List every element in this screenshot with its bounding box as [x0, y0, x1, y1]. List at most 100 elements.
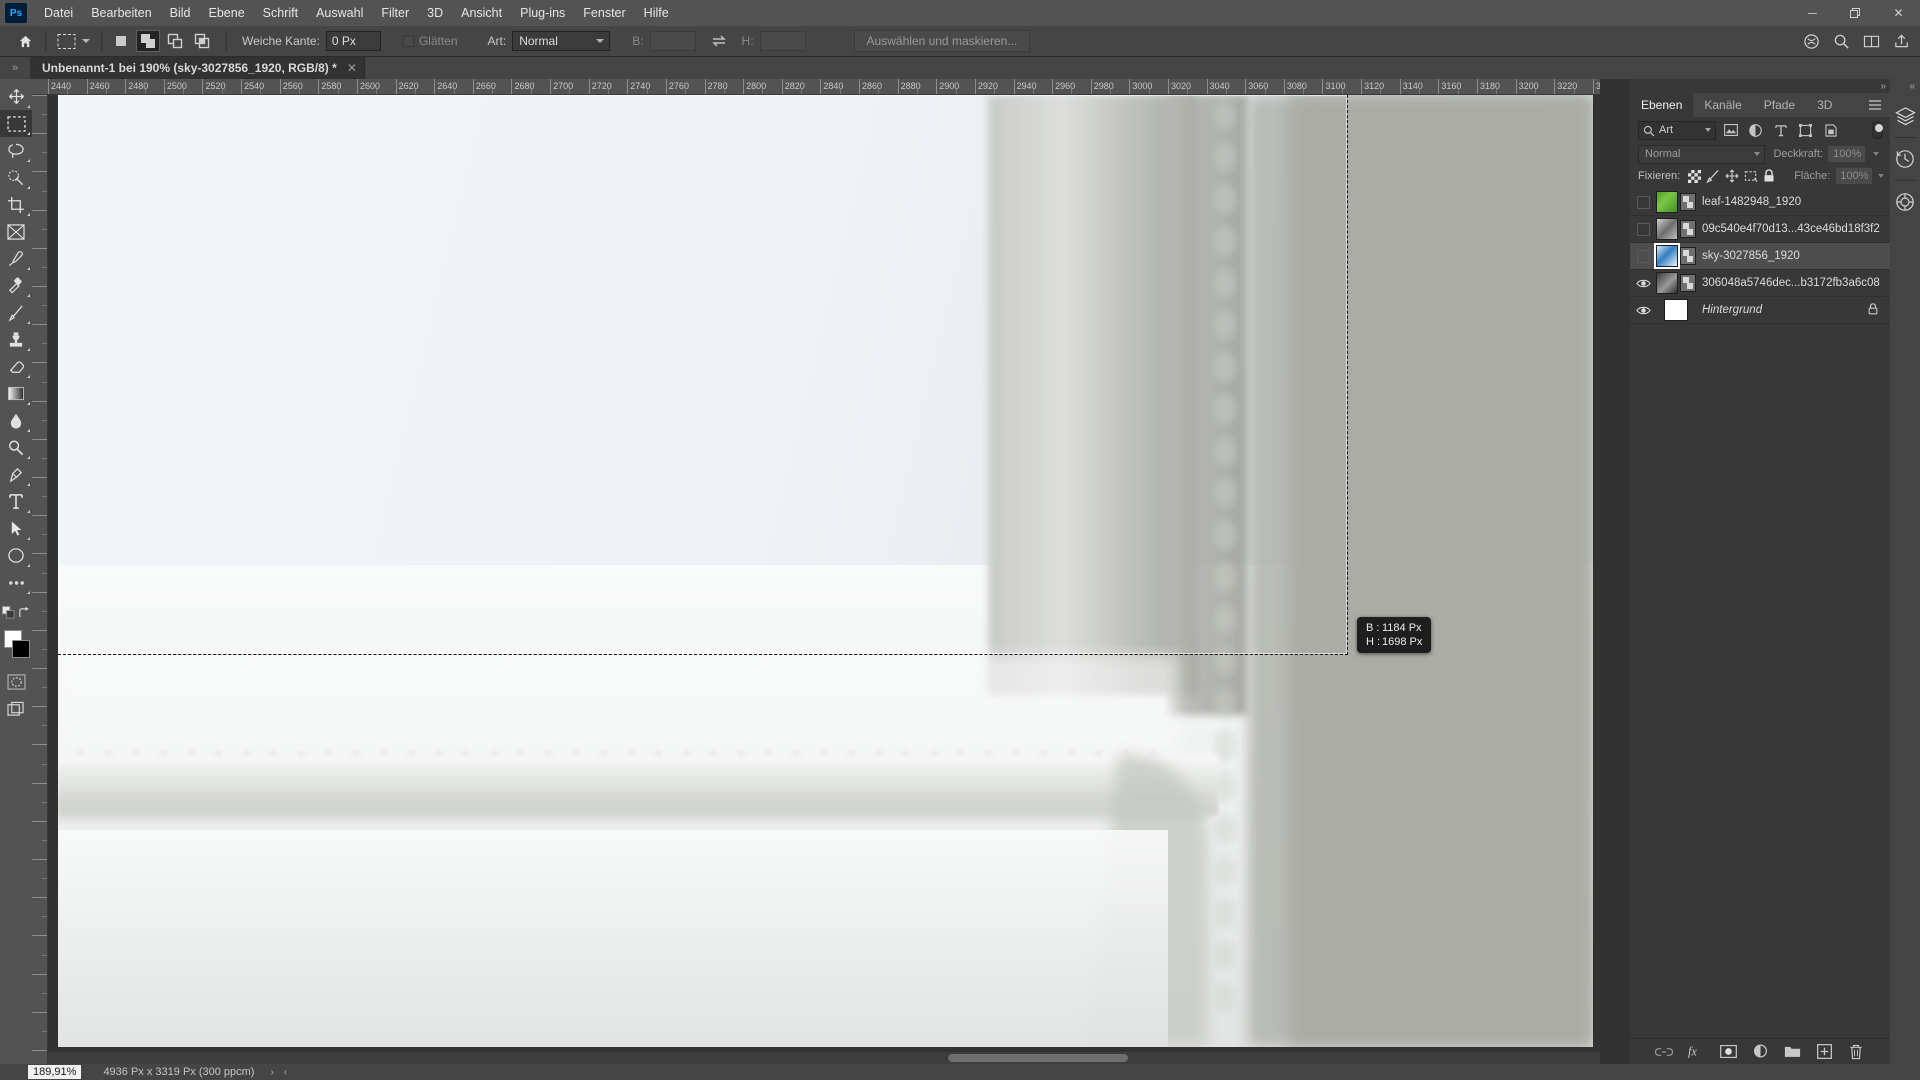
menu-item-fenster[interactable]: Fenster — [574, 2, 634, 24]
tab-ebenen[interactable]: Ebenen — [1630, 93, 1694, 117]
ellipse-shape-tool[interactable] — [0, 542, 32, 569]
lock-image-pixels-icon[interactable] — [1706, 168, 1720, 185]
share-icon[interactable] — [1888, 29, 1914, 53]
tab-pfade[interactable]: Pfade — [1753, 93, 1806, 117]
layer-filter-toggle[interactable] — [1872, 121, 1883, 139]
horizontal-scroll-thumb[interactable] — [948, 1054, 1128, 1062]
expand-panels-icon[interactable]: » — [0, 57, 30, 79]
collapse-panel-icon[interactable]: » — [1880, 81, 1886, 92]
layer-thumbnail[interactable] — [1656, 216, 1696, 243]
filter-pixel-icon[interactable] — [1720, 120, 1741, 140]
more-tools-button[interactable] — [0, 569, 32, 596]
type-tool[interactable] — [0, 488, 32, 515]
screen-mode-icon[interactable] — [0, 695, 32, 722]
layer-visibility-eye-icon[interactable] — [1630, 297, 1656, 324]
menu-item-datei[interactable]: Datei — [35, 2, 82, 24]
default-colors-icon[interactable] — [1, 606, 15, 622]
menu-item-3d[interactable]: 3D — [418, 2, 452, 24]
layer-mask-thumbnail[interactable] — [1679, 220, 1696, 238]
lock-artboard-nesting-icon[interactable] — [1744, 168, 1758, 185]
filter-type-icon[interactable] — [1770, 120, 1791, 140]
canvas-horizontal-scrollbar[interactable] — [48, 1052, 1600, 1064]
menu-item-bearbeiten[interactable]: Bearbeiten — [82, 2, 160, 24]
layer-thumbnail[interactable] — [1656, 297, 1696, 324]
layer-style-fx-icon[interactable]: fx — [1687, 1043, 1705, 1061]
crop-tool[interactable] — [0, 191, 32, 218]
quick-selection-tool[interactable] — [0, 164, 32, 191]
layer-thumbnail[interactable] — [1656, 243, 1696, 270]
background-color-swatch[interactable] — [12, 640, 30, 658]
zoom-level-field[interactable]: 189,91% — [28, 1065, 82, 1079]
new-adjustment-layer-icon[interactable] — [1751, 1043, 1769, 1061]
clone-stamp-tool[interactable] — [0, 326, 32, 353]
color-swatches[interactable] — [0, 628, 32, 668]
filter-adjustment-icon[interactable] — [1745, 120, 1766, 140]
layer-visibility-off-icon[interactable] — [1630, 243, 1656, 270]
new-layer-icon[interactable] — [1815, 1043, 1833, 1061]
filter-smart-object-icon[interactable] — [1820, 120, 1841, 140]
menu-item-filter[interactable]: Filter — [372, 2, 418, 24]
layer-mask-thumbnail[interactable] — [1679, 247, 1696, 265]
spot-healing-brush-tool[interactable] — [0, 272, 32, 299]
swap-colors-icon[interactable] — [18, 606, 30, 622]
search-icon[interactable] — [1828, 29, 1854, 53]
history-icon[interactable] — [1890, 142, 1920, 176]
new-selection-button[interactable] — [109, 30, 133, 52]
layer-thumbnail[interactable] — [1656, 270, 1696, 297]
brush-tool[interactable] — [0, 299, 32, 326]
intersect-with-selection-button[interactable] — [190, 30, 214, 52]
lasso-tool[interactable] — [0, 137, 32, 164]
quick-mask-icon[interactable] — [0, 668, 32, 695]
gradient-tool[interactable] — [0, 380, 32, 407]
fill-stepper-icon[interactable] — [1878, 167, 1885, 185]
blur-tool[interactable] — [0, 407, 32, 434]
link-layers-icon[interactable] — [1655, 1043, 1673, 1061]
restore-button[interactable] — [1834, 0, 1877, 26]
eyedropper-tool[interactable] — [0, 245, 32, 272]
fill-input[interactable]: 100% — [1835, 167, 1874, 185]
feather-input[interactable]: 0 Px — [325, 31, 381, 51]
layers-stack-icon[interactable] — [1890, 99, 1920, 133]
adjustments-icon[interactable] — [1890, 185, 1920, 219]
style-select[interactable]: Normal — [512, 31, 611, 51]
layer-filter-kind-select[interactable]: Art — [1638, 120, 1716, 140]
lock-all-icon[interactable] — [1763, 168, 1775, 185]
panel-menu-icon[interactable] — [1866, 93, 1884, 117]
tool-preset-picker[interactable] — [53, 29, 94, 53]
layer-row[interactable]: 306048a5746dec...b3172fb3a6c08 — [1630, 270, 1890, 297]
menu-item-ansicht[interactable]: Ansicht — [452, 2, 511, 24]
close-icon[interactable]: ✕ — [347, 61, 357, 75]
horizontal-ruler[interactable]: 2440 2460 2480 2500 2520 2540 2560 2580 2600 2620… — [32, 79, 1600, 95]
new-group-icon[interactable] — [1783, 1043, 1801, 1061]
tab-3d[interactable]: 3D — [1806, 93, 1843, 117]
blend-mode-select[interactable]: Normal — [1638, 144, 1766, 164]
expand-dock-icon[interactable]: « — [1909, 81, 1915, 92]
close-button[interactable]: ✕ — [1877, 0, 1920, 26]
eraser-tool[interactable] — [0, 353, 32, 380]
layer-row[interactable]: leaf-1482948_1920 — [1630, 189, 1890, 216]
opacity-stepper-icon[interactable] — [1870, 145, 1882, 163]
path-selection-tool[interactable] — [0, 515, 32, 542]
document-tab[interactable]: Unbenannt-1 bei 190% (sky-3027856_1920, … — [30, 57, 365, 79]
filter-shape-icon[interactable] — [1795, 120, 1816, 140]
antialias-checkbox[interactable] — [402, 35, 414, 47]
layer-row[interactable]: 09c540e4f70d13...43ce46bd18f3f2 — [1630, 216, 1890, 243]
selection-marquee[interactable] — [58, 95, 1348, 655]
dodge-tool[interactable] — [0, 434, 32, 461]
frame-tool[interactable] — [0, 218, 32, 245]
layer-thumbnail[interactable] — [1656, 189, 1696, 216]
canvas[interactable]: B :1184 Px H :1698 Px — [48, 95, 1600, 1064]
move-tool[interactable] — [0, 83, 32, 110]
menu-item-schrift[interactable]: Schrift — [254, 2, 307, 24]
opacity-input[interactable]: 100% — [1826, 145, 1867, 163]
layer-row[interactable]: Hintergrund — [1630, 297, 1890, 324]
arrange-documents-icon[interactable] — [1858, 29, 1884, 53]
layer-visibility-eye-icon[interactable] — [1630, 270, 1656, 297]
layer-mask-thumbnail[interactable] — [1679, 193, 1696, 211]
add-to-selection-button[interactable] — [136, 30, 160, 52]
tab-kanaele[interactable]: Kanäle — [1693, 93, 1752, 117]
menu-item-hilfe[interactable]: Hilfe — [635, 2, 678, 24]
lock-position-icon[interactable] — [1725, 168, 1739, 185]
swap-dimensions-icon[interactable] — [706, 29, 732, 53]
delete-layer-icon[interactable] — [1847, 1043, 1865, 1061]
